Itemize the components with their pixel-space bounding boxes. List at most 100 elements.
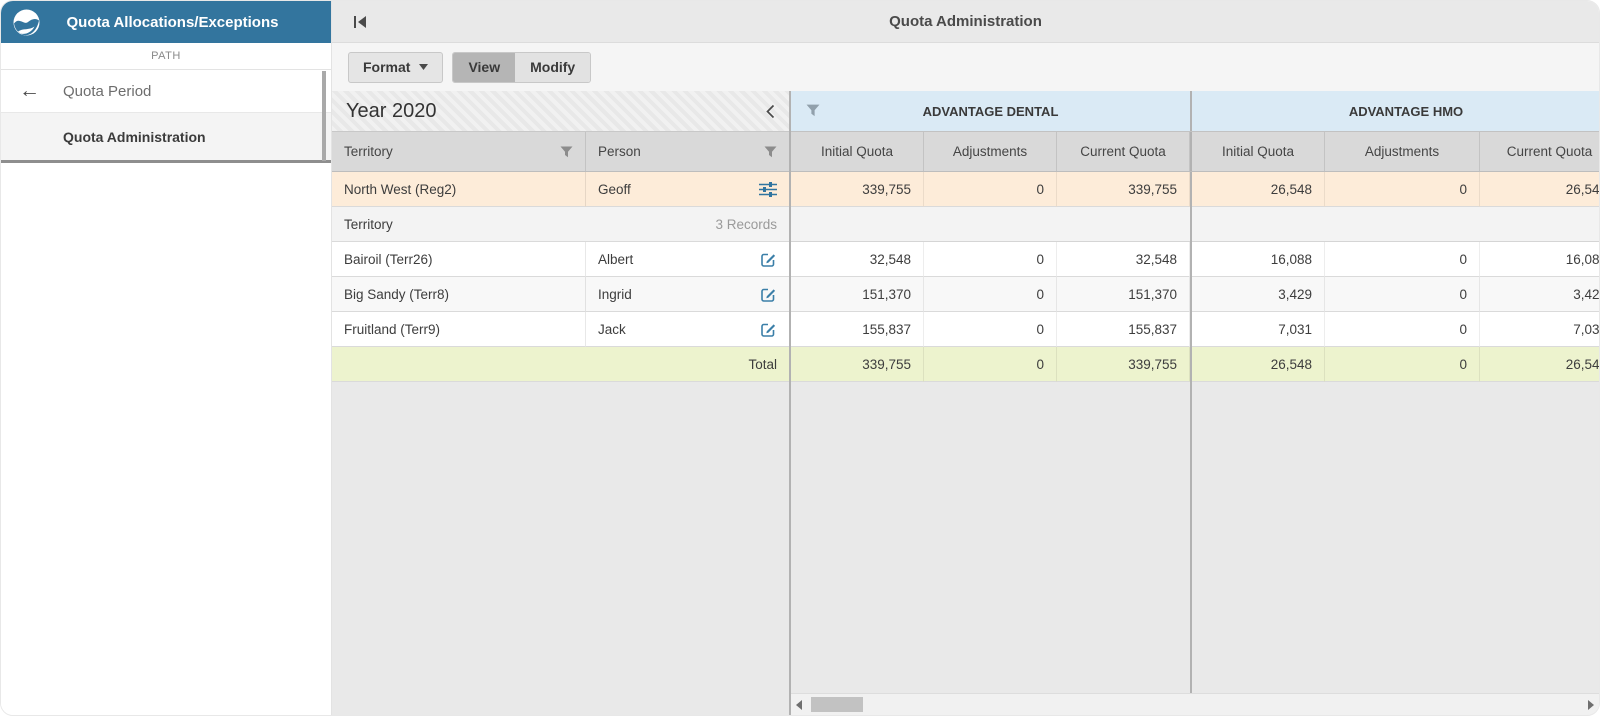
quota-value-cell: 32,548	[791, 242, 924, 277]
quota-value-cell: 0	[1325, 277, 1480, 312]
allocate-sliders-icon[interactable]	[759, 181, 777, 197]
period-header: Year 2020	[332, 91, 789, 132]
total-value-cell: 0	[1325, 347, 1480, 382]
sidebar-item-quota-period[interactable]: ← Quota Period	[1, 70, 331, 113]
horizontal-scrollbar[interactable]	[791, 693, 1599, 715]
scrollbar-thumb[interactable]	[811, 697, 863, 712]
column-header: Adjustments	[1325, 132, 1480, 171]
total-value-cell: 26,548	[1480, 347, 1599, 382]
quota-value-cell: 7,031	[1480, 312, 1599, 347]
total-label-cell: Total	[332, 347, 789, 382]
column-header: Current Quota	[1480, 132, 1599, 171]
frozen-pane: Year 2020 Territory Person North West (R…	[332, 91, 791, 715]
person-cell: Albert	[586, 242, 789, 277]
sidebar-header: Quota Allocations/Exceptions	[1, 1, 331, 43]
scroll-right-arrow-icon[interactable]	[1588, 699, 1594, 710]
table-row: Bairoil (Terr26) Albert	[332, 242, 789, 277]
filter-icon[interactable]	[764, 146, 777, 158]
value-column-headers: Initial Quota Adjustments Current Quota …	[791, 132, 1599, 172]
view-button[interactable]: View	[453, 52, 516, 82]
filter-icon[interactable]	[806, 104, 820, 120]
table-group-row-values	[791, 207, 1599, 242]
sidebar-title: Quota Allocations/Exceptions	[66, 13, 279, 31]
group-header-advantage-hmo: ADVANTAGE HMO	[1192, 91, 1599, 131]
edit-icon[interactable]	[760, 251, 777, 268]
app-window: Quota Allocations/Exceptions PATH ← Quot…	[0, 0, 1600, 716]
quota-value-cell: 0	[924, 172, 1057, 207]
view-modify-toggle: View Modify	[452, 51, 592, 83]
column-header: Initial Quota	[791, 132, 924, 171]
column-header: Adjustments	[924, 132, 1057, 171]
sidebar-scrollbar[interactable]	[322, 71, 326, 161]
app-logo-icon	[13, 9, 40, 36]
collapse-period-icon[interactable]	[766, 104, 775, 119]
quota-value-cell: 0	[924, 277, 1057, 312]
table-row-parent: North West (Reg2) Geoff	[332, 172, 789, 207]
empty-cell	[791, 207, 1190, 242]
values-pane: ADVANTAGE DENTAL ADVANTAGE HMO Initial Q…	[791, 91, 1599, 693]
quota-value-cell: 3,429	[1480, 277, 1599, 312]
table-row-values: 32,548 0 32,548 16,088 0 16,088	[791, 242, 1599, 277]
person-cell: Ingrid	[586, 277, 789, 312]
quota-value-cell: 339,755	[791, 172, 924, 207]
quota-value-cell: 26,548	[1480, 172, 1599, 207]
territory-cell: North West (Reg2)	[332, 172, 586, 207]
table-row: Fruitland (Terr9) Jack	[332, 312, 789, 347]
quota-value-cell: 0	[1325, 242, 1480, 277]
group-header-advantage-dental: ADVANTAGE DENTAL	[791, 91, 1190, 131]
group-header-label: ADVANTAGE HMO	[1348, 103, 1464, 119]
period-title: Year 2020	[346, 99, 437, 122]
column-header-label: Territory	[344, 144, 393, 159]
total-value-cell: 339,755	[1057, 347, 1190, 382]
main-area: Quota Administration Format View Modify …	[332, 1, 1599, 715]
column-header: Current Quota	[1057, 132, 1190, 171]
group-row-cell: Territory 3 Records	[332, 207, 789, 242]
group-row-label: Territory	[344, 216, 393, 232]
territory-cell: Fruitland (Terr9)	[332, 312, 586, 347]
filter-icon[interactable]	[560, 146, 573, 158]
quota-value-cell: 0	[924, 242, 1057, 277]
total-value-cell: 339,755	[791, 347, 924, 382]
empty-grid-area	[791, 382, 1599, 693]
toolbar: Format View Modify	[332, 43, 1599, 91]
territory-cell: Bairoil (Terr26)	[332, 242, 586, 277]
quota-grid: Year 2020 Territory Person North West (R…	[332, 91, 1599, 715]
quota-value-cell: 0	[1325, 312, 1480, 347]
product-group-headers: ADVANTAGE DENTAL ADVANTAGE HMO	[791, 91, 1599, 132]
page-title: Quota Administration	[889, 13, 1042, 30]
quota-value-cell: 7,031	[1192, 312, 1325, 347]
format-button[interactable]: Format	[348, 51, 444, 83]
sidebar: Quota Allocations/Exceptions PATH ← Quot…	[1, 1, 332, 715]
total-row: Total	[332, 347, 789, 382]
frozen-column-headers: Territory Person	[332, 132, 789, 172]
quota-value-cell: 155,837	[791, 312, 924, 347]
format-button-label: Format	[363, 59, 411, 75]
quota-value-cell: 339,755	[1057, 172, 1190, 207]
table-row-values: 339,755 0 339,755 26,548 0 26,548	[791, 172, 1599, 207]
group-header-label: ADVANTAGE DENTAL	[922, 103, 1059, 119]
group-row-count: 3 Records	[715, 216, 777, 232]
collapse-sidebar-icon[interactable]	[353, 15, 368, 29]
quota-value-cell: 155,837	[1057, 312, 1190, 347]
edit-icon[interactable]	[760, 286, 777, 303]
modify-button[interactable]: Modify	[515, 52, 591, 82]
total-label: Total	[748, 356, 777, 372]
territory-cell: Big Sandy (Terr8)	[332, 277, 586, 312]
total-value-cell: 26,548	[1192, 347, 1325, 382]
edit-icon[interactable]	[760, 321, 777, 338]
scroll-left-arrow-icon[interactable]	[796, 699, 802, 710]
quota-value-cell: 151,370	[791, 277, 924, 312]
quota-value-cell: 0	[924, 312, 1057, 347]
person-cell: Geoff	[586, 172, 789, 207]
back-arrow-icon[interactable]: ←	[19, 79, 63, 103]
sidebar-item-quota-administration[interactable]: Quota Administration	[1, 113, 331, 163]
top-bar: Quota Administration	[332, 1, 1599, 43]
quota-value-cell: 26,548	[1192, 172, 1325, 207]
person-cell: Jack	[586, 312, 789, 347]
table-row-values: 151,370 0 151,370 3,429 0 3,429	[791, 277, 1599, 312]
path-label: PATH	[1, 43, 331, 70]
person-column-header: Person	[586, 132, 789, 171]
quota-value-cell: 3,429	[1192, 277, 1325, 312]
quota-value-cell: 0	[1325, 172, 1480, 207]
table-row: Big Sandy (Terr8) Ingrid	[332, 277, 789, 312]
